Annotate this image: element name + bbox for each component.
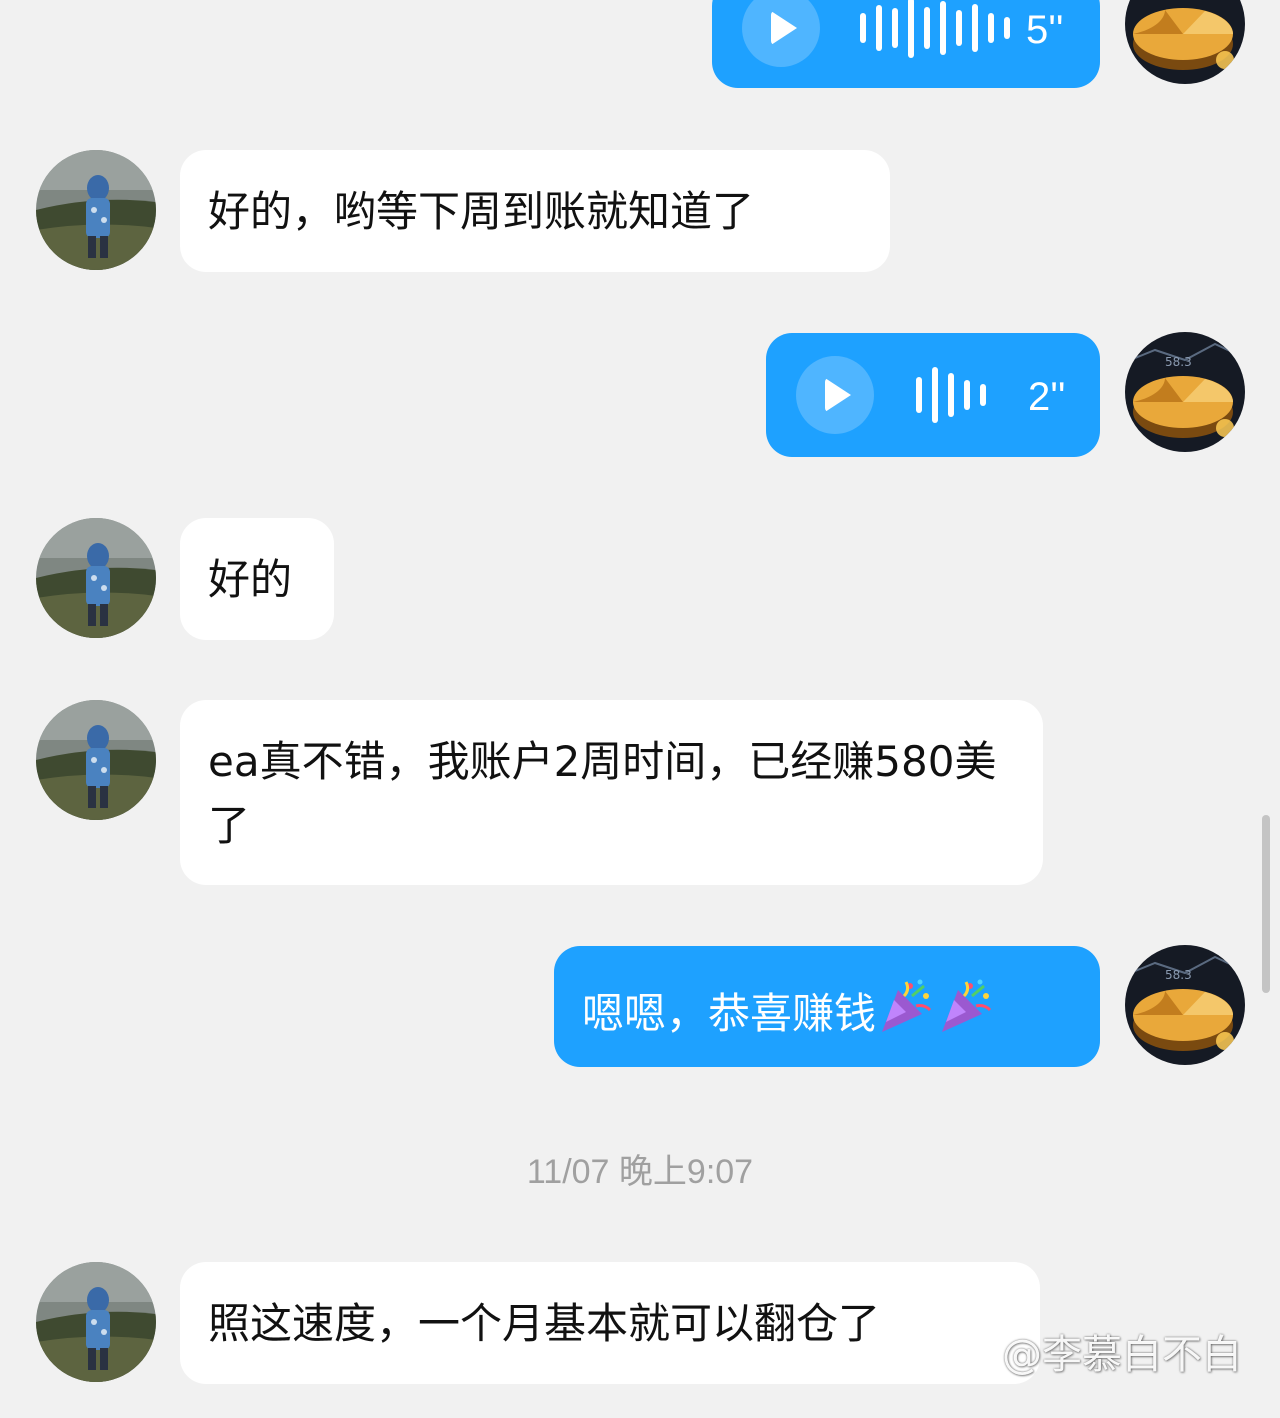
scrollbar[interactable]	[1262, 815, 1270, 993]
message-text: 好的	[208, 555, 293, 604]
voice-waveform-icon	[860, 0, 1010, 58]
watermark: @李慕白不白	[960, 1322, 1242, 1380]
other-avatar[interactable]	[36, 1262, 156, 1382]
self-avatar[interactable]: 58.3	[1125, 332, 1245, 452]
party-popper-icon	[942, 979, 992, 1032]
message-bubble[interactable]: 好的	[180, 518, 334, 640]
play-icon[interactable]	[742, 0, 820, 67]
message-text: 照这速度，一个月基本就可以翻仓了	[208, 1299, 881, 1348]
watermark-text: @李慕白不白	[1002, 1332, 1242, 1378]
message-text: ea真不错，我账户2周时间，已经赚580美了	[208, 737, 997, 850]
weibo-icon	[961, 1338, 996, 1367]
other-avatar[interactable]	[36, 700, 156, 820]
party-popper-icon	[882, 979, 932, 1032]
other-avatar[interactable]	[36, 518, 156, 638]
voice-message-bubble[interactable]: 2''	[766, 333, 1100, 457]
message-text: 好的，哟等下周到账就知道了	[208, 187, 755, 236]
other-avatar[interactable]	[36, 150, 156, 270]
message-text: 嗯嗯，恭喜赚钱	[582, 989, 877, 1038]
voice-message-bubble[interactable]: 5''	[712, 0, 1100, 88]
message-bubble[interactable]: ea真不错，我账户2周时间，已经赚580美了	[180, 700, 1043, 885]
message-bubble[interactable]: 嗯嗯，恭喜赚钱	[554, 946, 1100, 1067]
message-timestamp: 11/07 晚上9:07	[526, 1153, 754, 1191]
self-avatar[interactable]: 58.3	[1125, 945, 1245, 1065]
message-bubble[interactable]: 照这速度，一个月基本就可以翻仓了	[180, 1262, 1040, 1384]
voice-duration: 2''	[1028, 375, 1066, 419]
svg-text:58.3: 58.3	[1165, 355, 1192, 369]
play-icon[interactable]	[796, 356, 874, 434]
svg-text:58.3: 58.3	[1165, 968, 1192, 982]
voice-waveform-icon	[916, 365, 986, 425]
self-avatar[interactable]	[1125, 0, 1245, 84]
voice-duration: 5''	[1026, 8, 1064, 52]
message-bubble[interactable]: 好的，哟等下周到账就知道了	[180, 150, 890, 272]
